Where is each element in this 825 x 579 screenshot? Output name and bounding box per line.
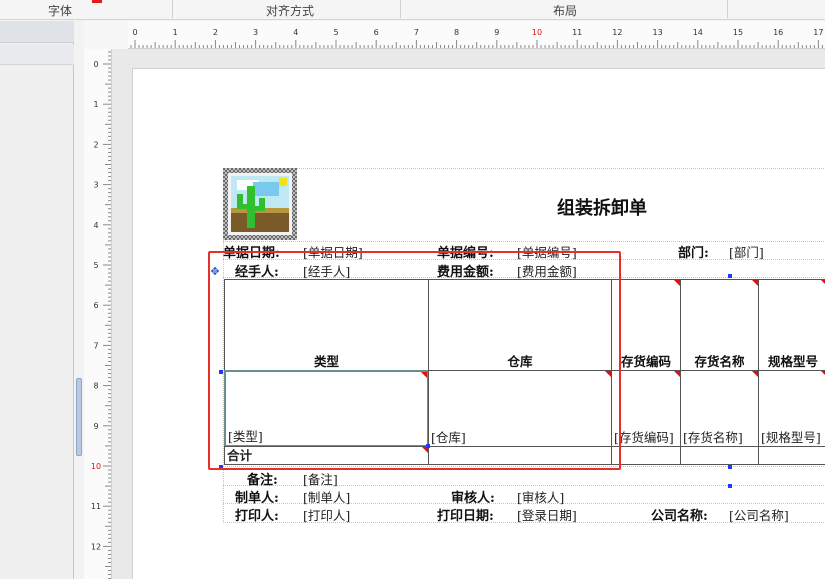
- report-title[interactable]: 组装拆卸单: [557, 194, 647, 220]
- handler-field[interactable]: [经手人]: [303, 261, 350, 280]
- left-panel: [0, 21, 74, 579]
- ruler-tick-label: 8: [93, 382, 98, 391]
- ruler-tick-label: 7: [93, 341, 98, 350]
- table-detail-cell-type[interactable]: [类型]: [224, 370, 429, 447]
- ruler-tick-label: 13: [653, 28, 663, 37]
- ruler-tick-label: 11: [91, 502, 101, 511]
- expense-amount-label[interactable]: 费用金额:: [437, 261, 494, 280]
- printer-field[interactable]: [打印人]: [303, 505, 350, 524]
- remark-label[interactable]: 备注:: [247, 469, 278, 488]
- company-name-label[interactable]: 公司名称:: [651, 505, 708, 524]
- ruler-tick-label: 5: [93, 261, 98, 270]
- ruler-tick-label: 10: [532, 28, 542, 37]
- resize-handle[interactable]: [219, 370, 223, 374]
- ruler-tick-label: 6: [374, 28, 379, 37]
- ruler-tick-label: 3: [253, 28, 258, 37]
- table-total-cell[interactable]: [680, 446, 759, 465]
- department-field[interactable]: [部门]: [729, 242, 764, 261]
- ribbon-group-font: 字体: [47, 4, 72, 18]
- reviewer-field[interactable]: [审核人]: [517, 487, 564, 506]
- move-icon[interactable]: ✥: [209, 266, 221, 278]
- company-name-field[interactable]: [公司名称]: [729, 505, 789, 524]
- ruler-tick-label: 2: [93, 140, 98, 149]
- ruler-tick-label: 16: [773, 28, 783, 37]
- ruler-tick-label: 1: [93, 100, 98, 109]
- department-label[interactable]: 部门:: [678, 242, 709, 261]
- margin-guide: [223, 168, 825, 169]
- table-detail-cell-code[interactable]: [存货编码]: [611, 370, 681, 447]
- resize-handle[interactable]: [728, 484, 732, 488]
- table-detail-cell-spec[interactable]: [规格型号]: [758, 370, 825, 447]
- design-canvas[interactable]: 组装拆卸单 单据日期: [单据日期] 单据编号: [单据编号] 部门: [部门]…: [112, 49, 825, 579]
- ribbon-divider: [172, 0, 173, 18]
- ruler-tick-label: 4: [293, 28, 298, 37]
- creator-field[interactable]: [制单人]: [303, 487, 350, 506]
- table-header-cell-type[interactable]: 类型: [224, 279, 429, 371]
- report-page[interactable]: 组装拆卸单 单据日期: [单据日期] 单据编号: [单据编号] 部门: [部门]…: [132, 68, 825, 579]
- remark-field[interactable]: [备注]: [303, 469, 338, 488]
- table-header-cell-spec[interactable]: 规格型号: [758, 279, 825, 371]
- ruler-tick-label: 12: [91, 542, 101, 551]
- table-detail-cell-name[interactable]: [存货名称]: [680, 370, 759, 447]
- doc-number-label[interactable]: 单据编号:: [437, 242, 494, 261]
- cactus-logo-image[interactable]: [223, 168, 297, 240]
- doc-date-label[interactable]: 单据日期:: [223, 242, 280, 261]
- ruler-tick-label: 15: [733, 28, 743, 37]
- ruler-tick-label: 11: [572, 28, 582, 37]
- table-detail-cell-warehouse[interactable]: [仓库]: [428, 370, 612, 447]
- printer-label[interactable]: 打印人:: [235, 505, 279, 524]
- table-header-cell-warehouse[interactable]: 仓库: [428, 279, 612, 371]
- ruler-tick-label: 6: [93, 301, 98, 310]
- handler-label[interactable]: 经手人:: [235, 261, 279, 280]
- ruler-tick-label: 10: [91, 462, 101, 471]
- ruler-tick-label: 12: [612, 28, 622, 37]
- doc-date-field[interactable]: [单据日期]: [303, 242, 363, 261]
- panel-splitter-handle[interactable]: [76, 378, 82, 456]
- ribbon-group-alignment: 对齐方式: [265, 4, 314, 18]
- ruler-tick-label: 3: [93, 181, 98, 190]
- ruler-tick-label: 4: [93, 221, 98, 230]
- ruler-tick-label: 17: [813, 28, 823, 37]
- table-total-label-cell[interactable]: 合计: [224, 446, 429, 465]
- band-guide: [223, 466, 825, 467]
- ruler-tick-label: 14: [693, 28, 703, 37]
- font-color-swatch[interactable]: [92, 0, 102, 3]
- left-panel-toolbar[interactable]: [0, 45, 74, 65]
- table-header-cell-code[interactable]: 存货编码: [611, 279, 681, 371]
- ruler-tick-label: 7: [414, 28, 419, 37]
- left-panel-header[interactable]: [0, 21, 74, 43]
- ruler-corner: [84, 21, 128, 49]
- resize-handle[interactable]: [728, 274, 732, 278]
- ruler-tick-label: 9: [494, 28, 499, 37]
- ruler-tick-label: 2: [213, 28, 218, 37]
- ruler-tick-label: 0: [93, 60, 98, 69]
- table-header-cell-name[interactable]: 存货名称: [680, 279, 759, 371]
- table-total-cell[interactable]: [758, 446, 825, 465]
- ribbon-divider: [727, 0, 728, 18]
- expense-amount-field[interactable]: [费用金额]: [517, 261, 577, 280]
- ruler-tick-label: 5: [333, 28, 338, 37]
- resize-handle[interactable]: [219, 465, 223, 469]
- creator-label[interactable]: 制单人:: [235, 487, 279, 506]
- table-total-cell[interactable]: [428, 446, 612, 465]
- ruler-tick-label: 0: [132, 28, 137, 37]
- vertical-ruler: 0 1 2 3 4 5 6 7 8 9 10 11 12: [84, 49, 112, 579]
- ruler-tick-label: 1: [173, 28, 178, 37]
- horizontal-ruler: 0 1 2 3 4 5 6 7 8 9 10 11 12 13 14 15 16 17: [128, 21, 825, 49]
- resize-handle[interactable]: [728, 465, 732, 469]
- reviewer-label[interactable]: 审核人:: [451, 487, 495, 506]
- print-date-field[interactable]: [登录日期]: [517, 505, 577, 524]
- doc-number-field[interactable]: [单据编号]: [517, 242, 577, 261]
- ribbon-group-bar: 字体 对齐方式 布局: [0, 0, 825, 20]
- ribbon-divider: [400, 0, 401, 18]
- ribbon-group-layout: 布局: [552, 4, 577, 18]
- resize-handle[interactable]: [426, 444, 430, 448]
- table-total-cell[interactable]: [611, 446, 681, 465]
- print-date-label[interactable]: 打印日期:: [437, 505, 494, 524]
- ruler-tick-label: 9: [93, 422, 98, 431]
- ruler-tick-label: 8: [454, 28, 459, 37]
